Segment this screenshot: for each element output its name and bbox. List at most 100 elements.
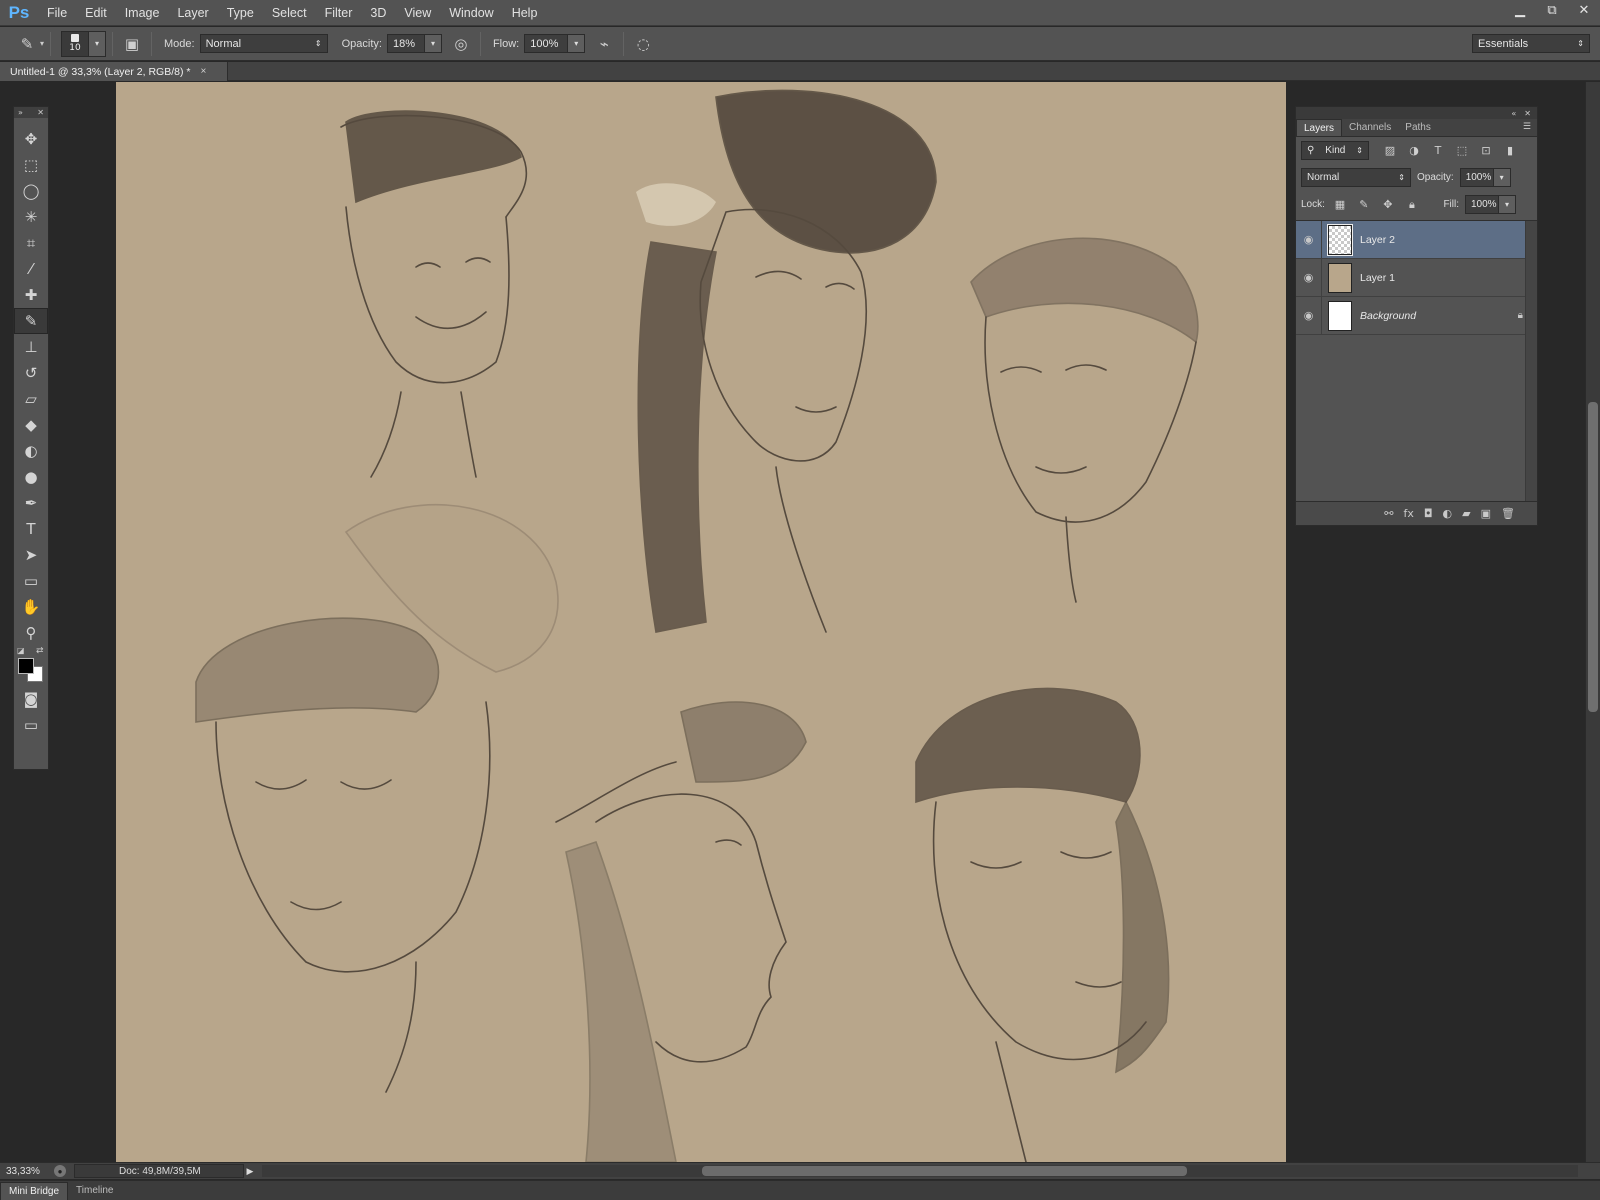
collapse-icon[interactable]: » <box>18 108 23 117</box>
menu-filter[interactable]: Filter <box>316 6 362 20</box>
path-selection-tool[interactable]: ➤ <box>14 542 48 568</box>
eraser-tool[interactable]: ▱ <box>14 386 48 412</box>
zoom-level[interactable]: 33,33% <box>0 1166 50 1177</box>
menu-view[interactable]: View <box>395 6 440 20</box>
blend-mode-select[interactable]: Normal ⇕ <box>1301 168 1411 187</box>
link-layers-icon[interactable]: ⚯ <box>1384 507 1393 520</box>
mode-select[interactable]: Normal ⇕ <box>199 34 328 53</box>
filter-shape-icon[interactable]: ⬚ <box>1453 142 1471 160</box>
hand-tool[interactable]: ✋ <box>14 594 48 620</box>
horizontal-scroll-thumb[interactable] <box>702 1166 1187 1176</box>
menu-type[interactable]: Type <box>218 6 263 20</box>
lock-pixels-icon[interactable]: ✎ <box>1355 196 1373 214</box>
filter-toggle-icon[interactable]: ▮ <box>1501 142 1519 160</box>
layer-opacity-input[interactable]: 100% <box>1459 168 1494 187</box>
zoom-tool[interactable]: ⚲ <box>14 620 48 646</box>
status-info-icon[interactable]: ● <box>54 1165 66 1177</box>
eye-icon[interactable]: ◉ <box>1296 220 1322 259</box>
tab-paths[interactable]: Paths <box>1398 119 1438 136</box>
filter-type-icon[interactable]: T <box>1429 142 1447 160</box>
delete-layer-icon[interactable]: 🗑︎ <box>1501 507 1515 520</box>
minimize-button[interactable]: ▁ <box>1504 0 1536 20</box>
document-tab[interactable]: Untitled-1 @ 33,3% (Layer 2, RGB/8) * × <box>0 62 228 81</box>
menu-edit[interactable]: Edit <box>76 6 116 20</box>
pressure-size-icon[interactable]: ◌ <box>630 31 656 57</box>
close-icon[interactable]: ✕ <box>37 108 44 117</box>
brush-tool[interactable]: ✎ <box>14 308 48 334</box>
filter-kind-select[interactable]: ⚲ Kind ⇕ <box>1301 141 1369 160</box>
screen-mode-icon[interactable]: ▭ <box>14 712 48 738</box>
vertical-scroll-thumb[interactable] <box>1588 402 1598 712</box>
panel-menu-icon[interactable]: ☰ <box>1523 122 1531 132</box>
lock-position-icon[interactable]: ✥ <box>1379 196 1397 214</box>
horizontal-scrollbar[interactable] <box>262 1165 1578 1177</box>
canvas[interactable] <box>116 82 1286 1162</box>
close-window-button[interactable]: ✕ <box>1568 0 1600 20</box>
filter-smart-object-icon[interactable]: ⊡ <box>1477 142 1495 160</box>
layer-row[interactable]: ◉ Background 🔒︎ <box>1296 296 1537 335</box>
brush-tool-preset-icon[interactable]: ✎ <box>14 31 40 57</box>
flow-slider-dropdown[interactable]: ▾ <box>568 34 586 53</box>
lock-all-icon[interactable]: 🔒︎ <box>1403 196 1421 214</box>
vertical-scrollbar[interactable] <box>1585 82 1600 1162</box>
move-tool[interactable]: ✥ <box>14 126 48 152</box>
menu-select[interactable]: Select <box>263 6 316 20</box>
menu-image[interactable]: Image <box>116 6 169 20</box>
chevron-down-icon[interactable]: ▾ <box>40 39 44 48</box>
dodge-tool[interactable]: ● <box>14 464 48 490</box>
tab-layers[interactable]: Layers <box>1296 119 1343 136</box>
workspace-switcher[interactable]: Essentials ⇕ <box>1472 34 1590 53</box>
eye-icon[interactable]: ◉ <box>1296 296 1322 335</box>
fill-input[interactable]: 100% <box>1465 195 1499 214</box>
filter-adjustment-icon[interactable]: ◑ <box>1405 142 1423 160</box>
rectangle-tool[interactable]: ▭ <box>14 568 48 594</box>
menu-layer[interactable]: Layer <box>168 6 217 20</box>
flow-input[interactable]: 100% <box>524 34 569 53</box>
layer-style-icon[interactable]: fx <box>1403 507 1413 520</box>
lasso-tool[interactable]: ◯ <box>14 178 48 204</box>
add-mask-icon[interactable]: ◘ <box>1424 507 1433 520</box>
lock-transparent-icon[interactable]: ▦ <box>1331 196 1349 214</box>
collapse-icon[interactable]: « <box>1511 109 1516 118</box>
menu-3d[interactable]: 3D <box>361 6 395 20</box>
close-icon[interactable]: × <box>200 66 206 77</box>
quick-mask-icon[interactable]: ◙ <box>14 686 48 712</box>
layer-row[interactable]: ◉ Layer 1 <box>1296 258 1537 297</box>
foreground-color-swatch[interactable] <box>18 658 34 674</box>
history-brush-tool[interactable]: ↺ <box>14 360 48 386</box>
marquee-tool[interactable]: ⬚ <box>14 152 48 178</box>
magic-wand-tool[interactable]: ✳ <box>14 204 48 230</box>
menu-window[interactable]: Window <box>440 6 502 20</box>
menu-help[interactable]: Help <box>503 6 547 20</box>
layer-row[interactable]: ◉ Layer 2 <box>1296 220 1537 259</box>
tab-mini-bridge[interactable]: Mini Bridge <box>0 1181 69 1200</box>
layer-list-scrollbar[interactable] <box>1525 221 1537 503</box>
opacity-input[interactable]: 18% <box>386 34 425 53</box>
layer-opacity-dropdown[interactable]: ▾ <box>1493 168 1511 187</box>
paint-bucket-tool[interactable]: ◆ <box>14 412 48 438</box>
type-tool[interactable]: T <box>14 516 48 542</box>
pen-tool[interactable]: ✒ <box>14 490 48 516</box>
close-icon[interactable]: ✕ <box>1524 109 1531 118</box>
brush-preset-picker[interactable]: 10 <box>61 30 90 57</box>
airbrush-icon[interactable]: ⌁ <box>591 31 617 57</box>
swap-colors-icon[interactable]: ⇄ <box>36 646 44 656</box>
new-adjustment-icon[interactable]: ◐ <box>1443 507 1453 520</box>
status-menu-arrow-icon[interactable]: ▶ <box>244 1166 256 1177</box>
new-group-icon[interactable]: ▰ <box>1462 507 1470 520</box>
brush-panel-toggle-icon[interactable]: ▣ <box>119 31 145 57</box>
clone-stamp-tool[interactable]: ⊥ <box>14 334 48 360</box>
eye-icon[interactable]: ◉ <box>1296 258 1322 297</box>
tab-timeline[interactable]: Timeline <box>68 1182 121 1200</box>
brush-preset-dropdown[interactable]: ▾ <box>89 30 107 57</box>
fill-dropdown[interactable]: ▾ <box>1499 195 1516 214</box>
healing-brush-tool[interactable]: ✚ <box>14 282 48 308</box>
pressure-opacity-icon[interactable]: ◎ <box>448 31 474 57</box>
default-colors-icon[interactable]: ◪ <box>17 646 25 655</box>
opacity-slider-dropdown[interactable]: ▾ <box>424 34 442 53</box>
menu-file[interactable]: File <box>38 6 76 20</box>
crop-tool[interactable]: ⌗ <box>14 230 48 256</box>
new-layer-icon[interactable]: ▣ <box>1481 507 1491 520</box>
filter-pixel-icon[interactable]: ▨ <box>1381 142 1399 160</box>
eyedropper-tool[interactable]: ⁄ <box>14 256 48 282</box>
